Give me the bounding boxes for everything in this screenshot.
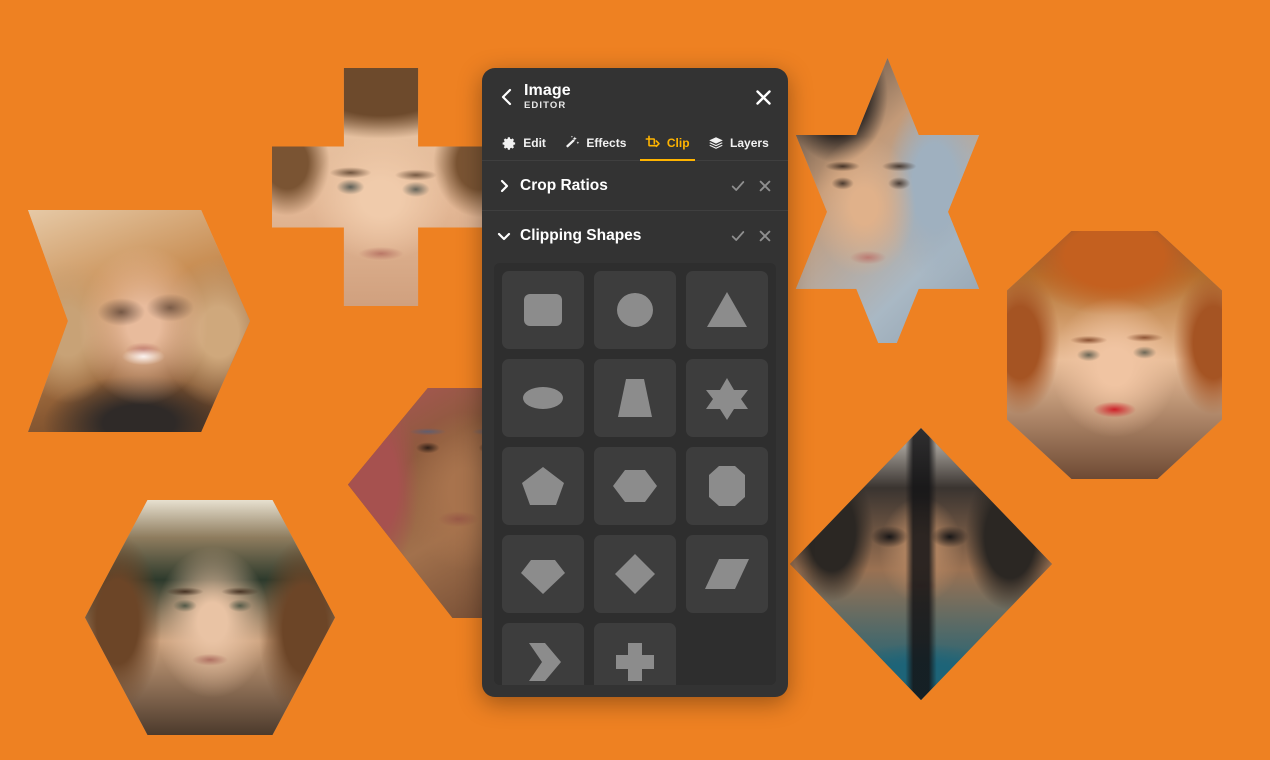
close-icon[interactable]: [756, 177, 774, 195]
shape-tile-trapezoid[interactable]: [594, 359, 676, 437]
clipping-shapes-panel: [494, 263, 776, 685]
shape-tile-star-6[interactable]: [686, 359, 768, 437]
shape-tile-gem[interactable]: [502, 535, 584, 613]
portrait-hexagon-photo: [85, 500, 335, 735]
magic-wand-icon: [564, 135, 580, 151]
crop-icon: [645, 135, 661, 151]
page-title: Image: [524, 81, 571, 99]
shape-tile-pentagon[interactable]: [502, 447, 584, 525]
shape-tile-parallelogram[interactable]: [686, 535, 768, 613]
panel-header: Image EDITOR: [482, 68, 788, 126]
shape-tile-ellipse[interactable]: [502, 359, 584, 437]
gear-icon: [501, 135, 517, 151]
tab-clip[interactable]: Clip: [636, 126, 699, 161]
shape-tile-diamond[interactable]: [594, 535, 676, 613]
layers-icon: [708, 135, 724, 151]
close-icon[interactable]: [752, 86, 774, 108]
panel-title-group: Image EDITOR: [524, 81, 571, 112]
portrait-chevron-photo: [28, 210, 250, 432]
portrait-chevron[interactable]: [28, 210, 250, 432]
shape-tile-triangle[interactable]: [686, 271, 768, 349]
clipping-shapes-grid: [502, 271, 768, 685]
portrait-hexagon[interactable]: [85, 500, 335, 735]
tab-edit[interactable]: Edit: [492, 126, 555, 160]
panel-subtitle: EDITOR: [524, 100, 567, 112]
portrait-cross[interactable]: [272, 68, 490, 306]
close-icon[interactable]: [756, 227, 774, 245]
portrait-octagon[interactable]: [1007, 231, 1222, 479]
shape-tile-octagon[interactable]: [686, 447, 768, 525]
section-clipping-shapes-title: Clipping Shapes: [520, 227, 642, 244]
tab-layers-label: Layers: [730, 136, 769, 150]
tab-effects-label: Effects: [586, 136, 627, 150]
section-clipping-shapes-actions: [729, 227, 774, 245]
chevron-down-icon[interactable]: [496, 232, 512, 241]
shape-tile-circle[interactable]: [594, 271, 676, 349]
shape-tile-cross[interactable]: [594, 623, 676, 685]
section-clipping-shapes[interactable]: Clipping Shapes: [482, 211, 788, 261]
portrait-star-photo: [795, 58, 980, 343]
image-editor-panel: Image EDITOR Edit Effects Clip Layers Cr…: [482, 68, 788, 697]
portrait-diamond[interactable]: [790, 428, 1052, 700]
section-crop-ratios-actions: [729, 177, 774, 195]
editor-tabs: Edit Effects Clip Layers: [482, 126, 788, 161]
tab-effects[interactable]: Effects: [555, 126, 636, 160]
check-icon[interactable]: [729, 177, 747, 195]
tab-edit-label: Edit: [523, 136, 546, 150]
shape-tile-hexagon[interactable]: [594, 447, 676, 525]
section-crop-ratios-title: Crop Ratios: [520, 176, 608, 194]
editor-canvas: Image EDITOR Edit Effects Clip Layers Cr…: [0, 0, 1270, 760]
portrait-octagon-photo: [1007, 231, 1222, 479]
shape-tile-chevron[interactable]: [502, 623, 584, 685]
portrait-cross-photo: [272, 68, 490, 306]
section-crop-ratios[interactable]: Crop Ratios: [482, 161, 788, 211]
shape-tile-rounded-square[interactable]: [502, 271, 584, 349]
portrait-diamond-photo: [790, 428, 1052, 700]
chevron-left-icon[interactable]: [498, 86, 516, 108]
chevron-right-icon[interactable]: [496, 179, 512, 193]
check-icon[interactable]: [729, 227, 747, 245]
portrait-star[interactable]: [795, 58, 980, 343]
tab-layers[interactable]: Layers: [699, 126, 778, 160]
tab-clip-label: Clip: [666, 136, 690, 150]
